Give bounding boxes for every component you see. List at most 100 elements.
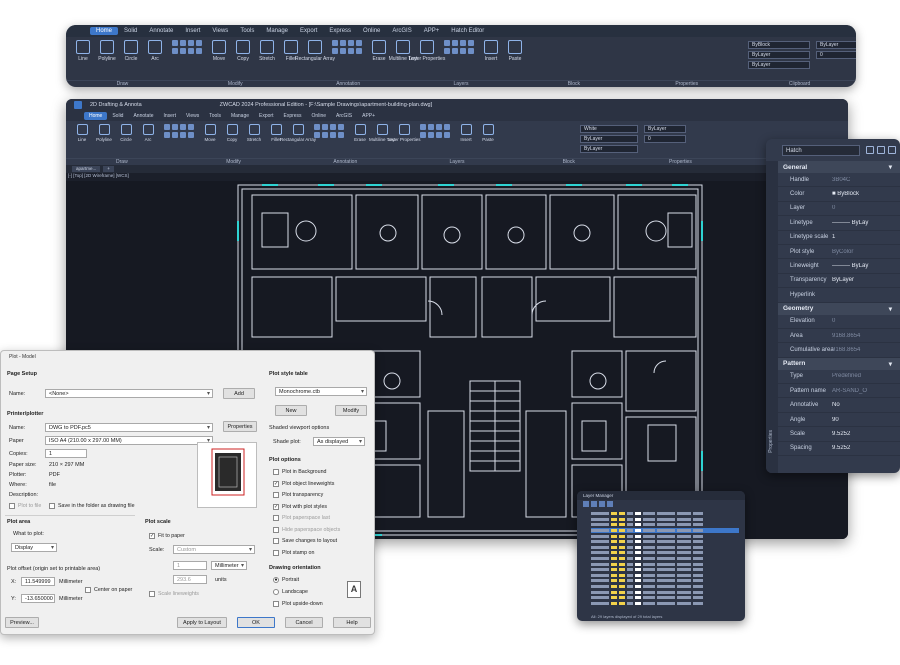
- property-row[interactable]: Handle 3B04C: [778, 173, 900, 188]
- tab-hatch-editor[interactable]: Hatch Editor: [445, 27, 490, 35]
- small-tool-icon[interactable]: [172, 124, 178, 130]
- tab-tools[interactable]: Tools: [234, 27, 260, 35]
- center-on-paper-checkbox[interactable]: Center on paper: [85, 587, 132, 593]
- layer-properties-button[interactable]: Layer Properties: [409, 40, 445, 62]
- tab-views[interactable]: Views: [206, 27, 234, 35]
- copy-button[interactable]: Copy: [232, 40, 254, 62]
- insert-button[interactable]: Insert: [480, 40, 502, 62]
- line-button[interactable]: Line: [72, 124, 92, 142]
- tab-export[interactable]: Export: [254, 112, 278, 120]
- refresh-icon[interactable]: [607, 501, 613, 507]
- small-tool-icon[interactable]: [436, 132, 442, 138]
- small-tool-icon[interactable]: [332, 48, 338, 54]
- small-tool-icon[interactable]: [180, 124, 186, 130]
- rectangular-array-button[interactable]: Rectangular Array: [280, 124, 316, 142]
- page-setup-select[interactable]: <None>: [45, 389, 213, 398]
- small-tool-icon[interactable]: [172, 40, 178, 46]
- small-tool-icon[interactable]: [330, 124, 336, 130]
- small-tool-icon[interactable]: [332, 40, 338, 46]
- tab-manage[interactable]: Manage: [226, 112, 254, 120]
- small-tool-icon[interactable]: [180, 40, 186, 46]
- small-tool-icon[interactable]: [180, 132, 186, 138]
- main-color-combo[interactable]: White: [580, 125, 638, 133]
- plot-to-file-checkbox[interactable]: Plot to file: [9, 503, 41, 509]
- tab-home[interactable]: Home: [90, 27, 119, 35]
- small-tool-icon[interactable]: [460, 48, 466, 54]
- object-type-select[interactable]: Hatch: [782, 144, 860, 156]
- small-tool-icon[interactable]: [452, 40, 458, 46]
- small-tool-icon[interactable]: [348, 48, 354, 54]
- small-tool-icon[interactable]: [188, 124, 194, 130]
- color-combo[interactable]: ByBlock: [748, 41, 810, 49]
- option-plot-stamp-on-checkbox[interactable]: Plot stamp on: [273, 549, 314, 556]
- fit-to-paper-checkbox[interactable]: ✓ Fit to paper: [149, 533, 185, 539]
- small-tool-icon[interactable]: [444, 132, 450, 138]
- tab-arcgis[interactable]: ArcGIS: [386, 27, 417, 35]
- scale-select[interactable]: Custom: [173, 545, 255, 554]
- small-tool-icon[interactable]: [164, 132, 170, 138]
- small-tool-icon[interactable]: [340, 40, 346, 46]
- property-row[interactable]: Spacing 9.5252: [778, 442, 900, 457]
- save-folder-checkbox[interactable]: Save in the folder as drawing file: [49, 503, 135, 509]
- section-header[interactable]: Pattern ▾: [778, 357, 900, 370]
- offset-x-input[interactable]: 11.549999: [21, 577, 55, 586]
- tab-solid[interactable]: Solid: [107, 112, 128, 120]
- property-row[interactable]: Plot style ByColor: [778, 245, 900, 260]
- scale-unit-select[interactable]: Millimeter: [211, 561, 247, 570]
- option-hide-paperspace-objects-checkbox[interactable]: Hide paperspace objects: [273, 526, 340, 533]
- small-tool-icon[interactable]: [172, 48, 178, 54]
- small-tool-icon[interactable]: [420, 132, 426, 138]
- insert-button[interactable]: Insert: [456, 124, 476, 142]
- erase-button[interactable]: Erase: [368, 40, 390, 62]
- small-tool-icon[interactable]: [314, 124, 320, 130]
- small-tool-icon[interactable]: [428, 132, 434, 138]
- main-linetype-combo[interactable]: ByLayer: [580, 135, 638, 143]
- tab-insert[interactable]: Insert: [159, 112, 182, 120]
- paste-button[interactable]: Paste: [478, 124, 498, 142]
- small-tool-icon[interactable]: [188, 40, 194, 46]
- polyline-button[interactable]: Polyline: [96, 40, 118, 62]
- layer-properties-button[interactable]: Layer Properties: [387, 124, 421, 142]
- paper-select[interactable]: ISO A4 (210.00 x 297.00 MM): [45, 436, 213, 445]
- move-button[interactable]: Move: [200, 124, 220, 142]
- circle-button[interactable]: Circle: [116, 124, 136, 142]
- scale-value-2[interactable]: 293.6: [173, 575, 207, 584]
- small-tool-icon[interactable]: [356, 48, 362, 54]
- erase-button[interactable]: Erase: [350, 124, 370, 142]
- small-tool-icon[interactable]: [452, 48, 458, 54]
- set-current-icon[interactable]: [599, 501, 605, 507]
- small-tool-icon[interactable]: [444, 40, 450, 46]
- small-tool-icon[interactable]: [340, 48, 346, 54]
- printer-properties-button[interactable]: Properties: [223, 421, 257, 432]
- small-tool-icon[interactable]: [330, 132, 336, 138]
- modify-style-button[interactable]: Modify: [335, 405, 367, 416]
- small-tool-icon[interactable]: [180, 48, 186, 54]
- small-tool-icon[interactable]: [188, 48, 194, 54]
- section-header[interactable]: Geometry ▾: [778, 302, 900, 315]
- linetype-combo[interactable]: ByLayer: [748, 51, 810, 59]
- small-tool-icon[interactable]: [338, 132, 344, 138]
- property-row[interactable]: Angle 90: [778, 413, 900, 428]
- small-tool-icon[interactable]: [196, 40, 202, 46]
- scale-lineweights-checkbox[interactable]: Scale lineweights: [149, 591, 199, 597]
- small-tool-icon[interactable]: [436, 124, 442, 130]
- option-plot-paperspace-last-checkbox[interactable]: Plot paperspace last: [273, 515, 330, 521]
- rectangular-array-button[interactable]: Rectangular Array: [295, 40, 335, 62]
- scale-value-1[interactable]: 1: [173, 561, 207, 570]
- line-button[interactable]: Line: [72, 40, 94, 62]
- option-plot-with-plot-styles-checkbox[interactable]: ✓ Plot with plot styles: [273, 503, 327, 510]
- portrait-radio[interactable]: ● Portrait: [273, 577, 299, 583]
- small-tool-icon[interactable]: [314, 132, 320, 138]
- small-tool-icon[interactable]: [172, 132, 178, 138]
- small-tool-icon[interactable]: [348, 40, 354, 46]
- small-tool-icon[interactable]: [322, 124, 328, 130]
- cancel-button[interactable]: Cancel: [285, 617, 323, 628]
- ok-button[interactable]: OK: [237, 617, 275, 628]
- tab-online[interactable]: Online: [307, 112, 331, 120]
- tab-express[interactable]: Express: [323, 27, 357, 35]
- printer-select[interactable]: DWG to PDF.pc5: [45, 423, 213, 432]
- copy-button[interactable]: Copy: [222, 124, 242, 142]
- property-row[interactable]: Color ■ ByBlock: [778, 187, 900, 202]
- option-plot-object-lineweights-checkbox[interactable]: ✓ Plot object lineweights: [273, 480, 334, 487]
- main-linetype-combo-2[interactable]: ByLayer: [644, 125, 686, 133]
